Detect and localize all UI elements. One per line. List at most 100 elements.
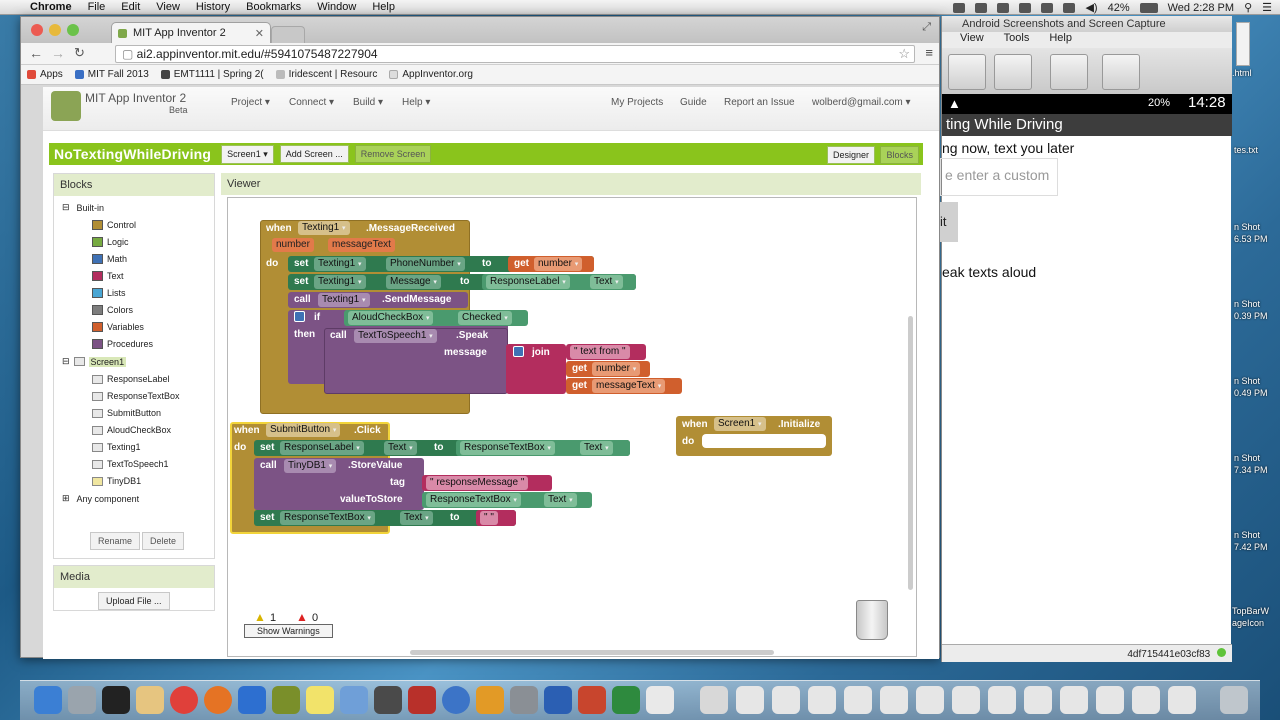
category-procedures[interactable]: Procedures: [92, 339, 153, 349]
b2-component-dropdown[interactable]: SubmitButton ▾: [266, 423, 341, 437]
b1-texting-dropdown-2[interactable]: Texting1 ▾: [314, 275, 366, 289]
add-screen-button[interactable]: Add Screen ...: [279, 145, 349, 163]
desktop-label[interactable]: 0.49 PM: [1234, 388, 1268, 398]
tree-any-component[interactable]: ⊞ Any component: [62, 493, 139, 504]
bookmark-apps[interactable]: Apps: [21, 69, 69, 80]
chrome-menu-icon[interactable]: ≡: [925, 45, 933, 60]
ibooks-icon[interactable]: [476, 686, 504, 714]
window-thumb-icon[interactable]: [880, 686, 908, 714]
b3-component-dropdown[interactable]: Screen1 ▾: [714, 417, 766, 431]
volume-icon[interactable]: ◀): [1085, 1, 1097, 14]
camera-icon[interactable]: [374, 686, 402, 714]
menu-history[interactable]: History: [188, 1, 238, 13]
fullscreen-icon[interactable]: ⤢: [922, 21, 931, 34]
powerpoint-icon[interactable]: [578, 686, 606, 714]
b1-get-number-dropdown-2[interactable]: number ▾: [592, 362, 641, 376]
b1-get-number-dropdown[interactable]: number ▾: [534, 257, 583, 271]
category-math[interactable]: Math: [92, 254, 127, 264]
b2-responselabel-dropdown[interactable]: ResponseLabel ▾: [280, 441, 364, 455]
collapse-icon[interactable]: ⊟: [62, 202, 70, 213]
horizontal-scrollbar[interactable]: [410, 650, 774, 655]
logo-text[interactable]: MIT App Inventor 2: [85, 91, 186, 105]
b2-responsetextbox-dropdown-1[interactable]: ResponseTextBox ▾: [460, 441, 555, 455]
zoom-window-icon[interactable]: [67, 24, 79, 36]
component-submitbutton[interactable]: SubmitButton: [92, 408, 161, 418]
desktop-label[interactable]: 0.39 PM: [1234, 311, 1268, 321]
android-tool-icon[interactable]: [272, 686, 300, 714]
photo-booth-icon[interactable]: [408, 686, 436, 714]
tab-close-icon[interactable]: ✕: [255, 27, 264, 40]
component-responsetextbox[interactable]: ResponseTextBox: [92, 391, 180, 401]
category-logic[interactable]: Logic: [92, 237, 129, 247]
word-icon[interactable]: [544, 686, 572, 714]
b1-texting-dropdown-3[interactable]: Texting1 ▾: [318, 293, 370, 307]
firefox-icon[interactable]: [204, 686, 232, 714]
desktop-label[interactable]: n Shot: [1234, 299, 1260, 309]
spotlight-icon[interactable]: ⚲: [1244, 1, 1252, 14]
blocks-workspace[interactable]: when Texting1 ▾ .MessageReceived number …: [227, 197, 917, 657]
nav-account[interactable]: wolberd@gmail.com ▾: [812, 97, 911, 108]
b3-empty-do-slot[interactable]: [702, 434, 826, 448]
tree-screen1[interactable]: ⊟ Screen1: [62, 356, 127, 367]
b2-text-dropdown-1[interactable]: Text ▾: [384, 441, 417, 455]
window-thumb-icon[interactable]: [1132, 686, 1160, 714]
android-menu-help[interactable]: Help: [1049, 32, 1072, 48]
menu-view[interactable]: View: [148, 1, 188, 13]
b2-text-dropdown-2[interactable]: Text ▾: [580, 441, 613, 455]
upload-file-button[interactable]: Upload File ...: [98, 592, 170, 610]
window-thumb-icon[interactable]: [1060, 686, 1088, 714]
url-field[interactable]: ▢ ai2.appinventor.mit.edu/#5941075487227…: [115, 45, 915, 63]
desktop-label[interactable]: 7.42 PM: [1234, 542, 1268, 552]
window-thumb-icon[interactable]: [988, 686, 1016, 714]
menubar-sync-icon[interactable]: [975, 2, 988, 13]
b1-aloud-dropdown[interactable]: AloudCheckBox ▾: [348, 311, 434, 325]
contacts-icon[interactable]: [136, 686, 164, 714]
save-icon[interactable]: [948, 54, 986, 90]
timemachine-icon[interactable]: [1041, 2, 1054, 13]
chrome-icon[interactable]: [170, 686, 198, 714]
b1-responselabel-dropdown[interactable]: ResponseLabel ▾: [486, 275, 570, 289]
window-thumb-icon[interactable]: [916, 686, 944, 714]
b2-tag-value[interactable]: " responseMessage ": [426, 476, 529, 490]
b2-text-dropdown-4[interactable]: Text ▾: [400, 511, 433, 525]
component-texttospeech1[interactable]: TextToSpeech1: [92, 459, 169, 469]
rename-button[interactable]: Rename: [90, 532, 141, 550]
android-speak-checkbox-label[interactable]: eak texts aloud: [942, 264, 1036, 280]
android-custom-input[interactable]: e enter a custom: [940, 158, 1058, 196]
android-menu-view[interactable]: View: [960, 32, 984, 48]
notification-icon[interactable]: ☰: [1262, 1, 1272, 14]
window-thumb-icon[interactable]: [1168, 686, 1196, 714]
finder-icon[interactable]: [34, 686, 62, 714]
system-prefs-icon[interactable]: [510, 686, 538, 714]
mutator-gear-icon[interactable]: [294, 311, 305, 322]
collapse-icon[interactable]: ⊟: [62, 356, 70, 367]
desktop-label[interactable]: .html: [1232, 68, 1252, 78]
bookmark-emt1111[interactable]: EMT1111 | Spring 2(: [155, 69, 270, 80]
menu-window[interactable]: Window: [309, 1, 364, 13]
show-warnings-button[interactable]: Show Warnings: [244, 624, 333, 638]
android-menu-tools[interactable]: Tools: [1004, 32, 1030, 48]
warning-icon[interactable]: ▲: [254, 610, 266, 624]
category-text[interactable]: Text: [92, 271, 124, 281]
window-thumb-icon[interactable]: [1024, 686, 1052, 714]
b1-message-dropdown[interactable]: Message ▾: [386, 275, 441, 289]
desktop-label[interactable]: n Shot: [1234, 222, 1260, 232]
preview-icon[interactable]: [68, 686, 96, 714]
desktop-label[interactable]: ageIcon: [1232, 618, 1264, 628]
desktop-label[interactable]: n Shot: [1234, 453, 1260, 463]
desktop-label[interactable]: tes.txt: [1234, 145, 1258, 155]
b1-text-dropdown[interactable]: Text ▾: [590, 275, 623, 289]
itunes-icon[interactable]: [442, 686, 470, 714]
b1-component-dropdown[interactable]: Texting1 ▾: [298, 221, 350, 235]
b1-text-from[interactable]: " text from ": [570, 345, 630, 359]
back-icon[interactable]: ←: [29, 45, 43, 61]
join-mutator-icon[interactable]: [513, 346, 524, 357]
intellij-icon[interactable]: [238, 686, 266, 714]
category-lists[interactable]: Lists: [92, 288, 126, 298]
window-thumb-icon[interactable]: [736, 686, 764, 714]
b1-param-number[interactable]: number: [272, 238, 314, 252]
desktop-label[interactable]: n Shot: [1234, 376, 1260, 386]
menu-file[interactable]: File: [80, 1, 114, 13]
dock-trash-icon[interactable]: [1220, 686, 1248, 714]
forward-icon[interactable]: →: [51, 45, 65, 61]
